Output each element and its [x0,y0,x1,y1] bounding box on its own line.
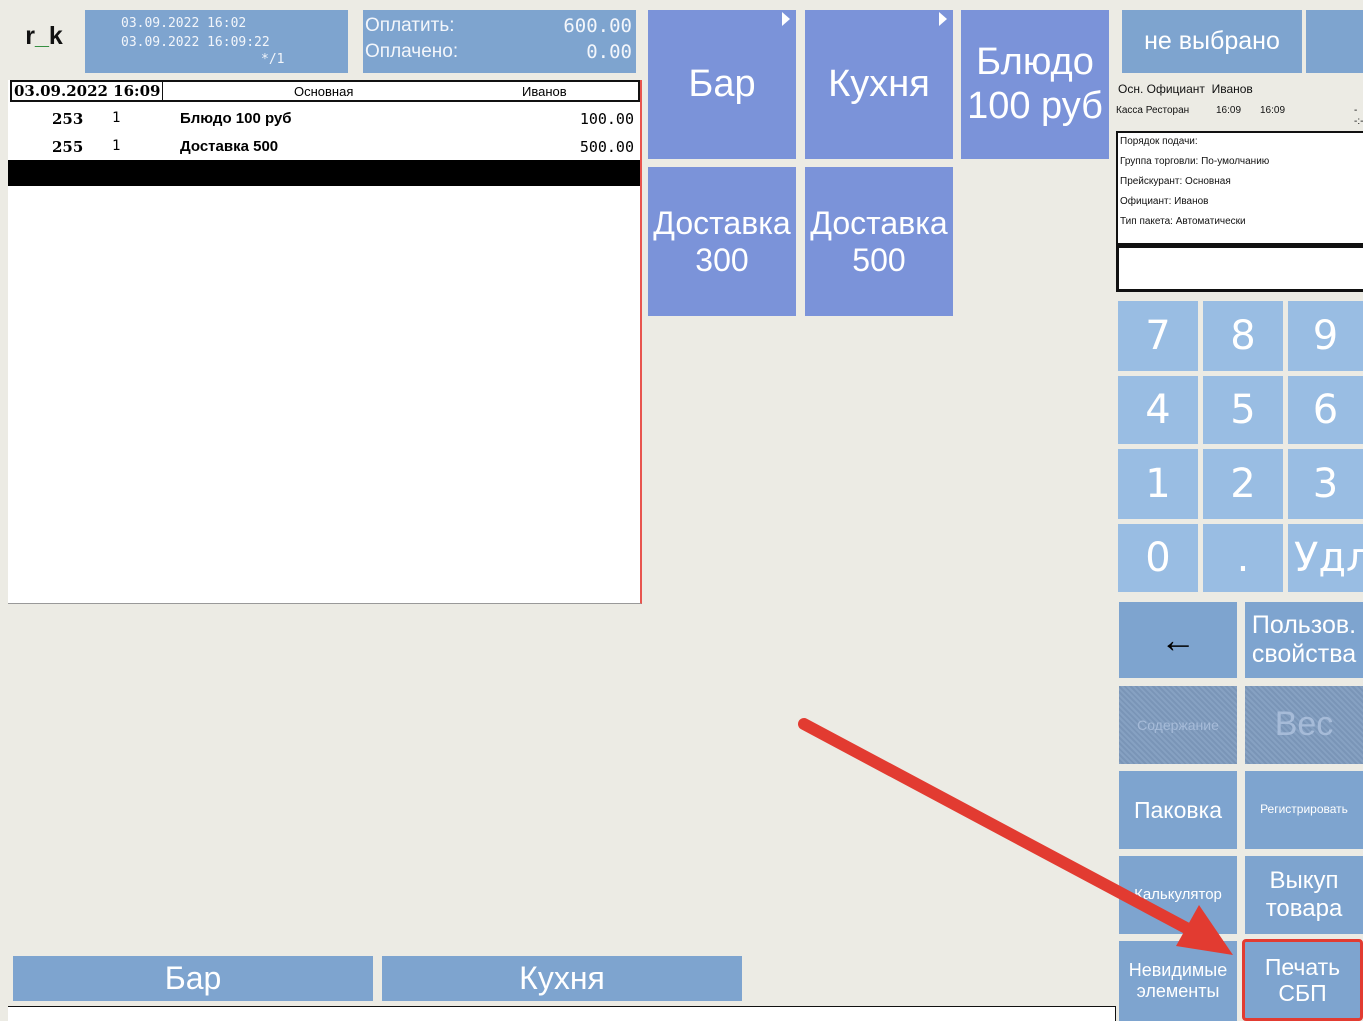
bottom-tab-kitchen[interactable]: Кухня [382,956,742,1001]
order-properties-box: Порядок подачи: Группа торговли: По-умол… [1116,131,1363,245]
pack-button[interactable]: Паковка [1119,771,1237,849]
to-pay-label: Оплатить: [365,15,455,36]
paid-value: 0.00 [586,41,632,63]
invisible-elements-button[interactable]: Невидимые элементы [1119,941,1237,1021]
status-bar [8,1006,1116,1021]
arrow-left-icon: ← [1160,619,1196,661]
key-0[interactable]: 0 [1118,524,1198,592]
app-logo: r_k [25,22,63,50]
current-datetime: 03.09.2022 16:09:22 [121,35,270,50]
order-header-menu: Основная [294,84,354,99]
item-name: Доставка 500 [180,138,279,155]
content-button[interactable]: Содержание [1119,686,1237,764]
key-delete[interactable]: Удл [1288,524,1363,592]
paid-label: Оплачено: [365,41,459,62]
submenu-arrow-icon [939,12,947,26]
menu-item-delivery-500[interactable]: Доставка 500 [805,167,953,316]
payment-summary: Оплатить: 600.00 Оплачено: 0.00 [363,10,636,73]
quantity-input[interactable] [1116,245,1363,292]
order-list[interactable]: 03.09.2022 16:09 Основная Иванов 253 1 Б… [8,80,642,604]
key-4[interactable]: 4 [1118,376,1198,444]
item-code: 255 [52,138,84,156]
bottom-tab-bar[interactable]: Бар [13,956,373,1001]
register-button[interactable]: Регистрировать [1245,771,1363,849]
key-5[interactable]: 5 [1203,376,1283,444]
print-sbp-button[interactable]: Печать СБП [1242,939,1363,1021]
key-2[interactable]: 2 [1203,449,1283,519]
item-qty: 1 [112,138,121,154]
order-header-date: 03.09.2022 16:09 [12,82,164,100]
selection-bar[interactable] [8,160,640,186]
buyout-button[interactable]: Выкуп товара [1245,856,1363,934]
key-3[interactable]: 3 [1288,449,1363,519]
menu-group-kitchen[interactable]: Кухня [805,10,953,159]
waiter-select-button[interactable]: не выбрано [1122,10,1302,73]
key-9[interactable]: 9 [1288,301,1363,371]
order-item-row[interactable]: 253 1 Блюдо 100 руб 100.00 [8,106,638,132]
key-1[interactable]: 1 [1118,449,1198,519]
order-info-summary: Осн. Официант Иванов Касса Ресторан 16:0… [1116,82,1363,127]
to-pay-value: 600.00 [563,15,632,37]
key-6[interactable]: 6 [1288,376,1363,444]
submenu-arrow-icon [782,12,790,26]
order-dates-panel: 03.09.2022 16:02 03.09.2022 16:09:22 */1 [85,10,348,73]
item-sum: 100.00 [579,110,634,128]
item-name: Блюдо 100 руб [180,110,292,127]
header-extra-button[interactable] [1306,10,1363,73]
key-7[interactable]: 7 [1118,301,1198,371]
order-header-row[interactable]: 03.09.2022 16:09 Основная Иванов [10,80,640,102]
order-open-date: 03.09.2022 16:02 [121,16,247,31]
calculator-button[interactable]: Калькулятор [1119,856,1237,934]
key-8[interactable]: 8 [1203,301,1283,371]
weight-button[interactable]: Вес [1245,686,1363,764]
user-properties-button[interactable]: Пользов. свойства [1245,602,1363,678]
menu-item-dish-100[interactable]: Блюдо 100 руб [961,10,1109,159]
key-dot[interactable]: . [1203,524,1283,592]
item-code: 253 [52,110,84,128]
order-header-waiter: Иванов [522,84,567,99]
item-qty: 1 [112,110,121,126]
menu-item-delivery-300[interactable]: Доставка 300 [648,167,796,316]
item-sum: 500.00 [579,138,634,156]
menu-group-bar[interactable]: Бар [648,10,796,159]
order-item-row[interactable]: 255 1 Доставка 500 500.00 [8,134,638,160]
back-arrow-button[interactable]: ← [1119,602,1237,678]
guest-counter: */1 [261,52,285,67]
